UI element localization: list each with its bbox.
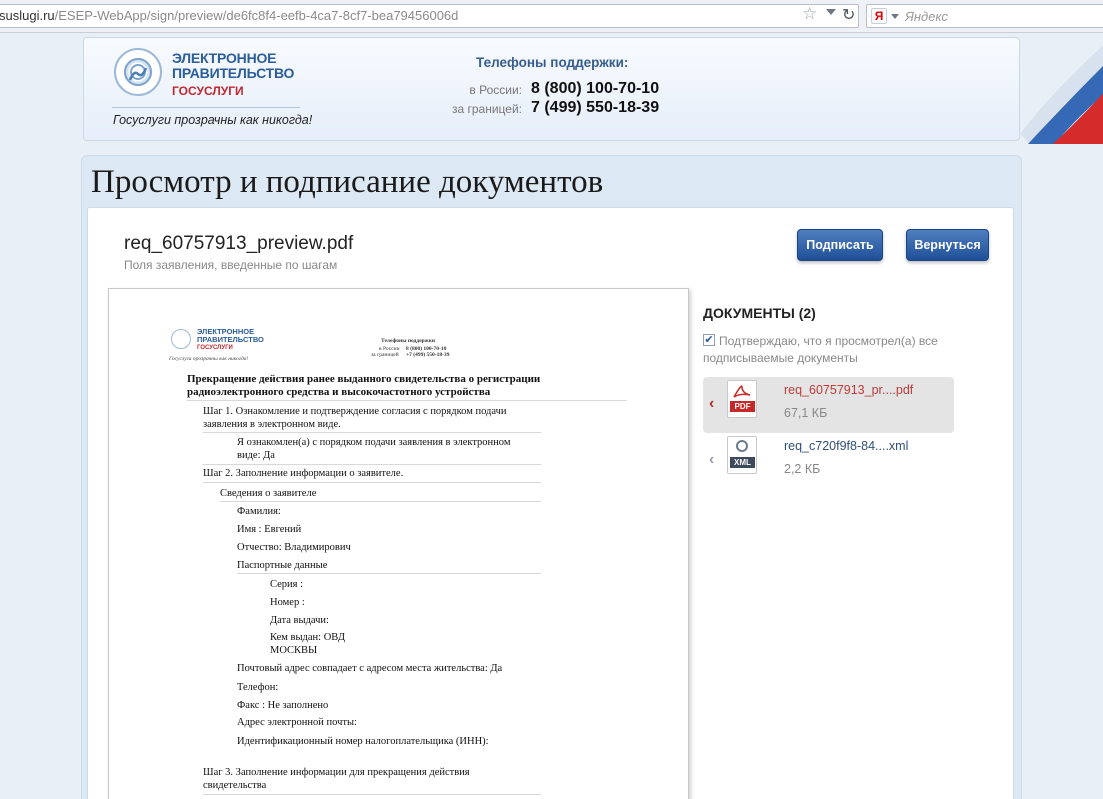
bookmark-star-icon[interactable]: ☆: [802, 4, 817, 24]
preview-postal-same: Почтовый адрес совпадает с адресом места…: [237, 663, 503, 674]
preview-logo-text: ЭЛЕКТРОННОЕ ПРАВИТЕЛЬСТВО: [197, 328, 264, 344]
page-title: Просмотр и подписание документов: [91, 164, 604, 200]
preview-number: Номер :: [270, 597, 305, 608]
preview-issued-by-2: МОСКВЫ: [270, 645, 318, 656]
logo-hand-icon: [124, 58, 152, 86]
preview-divider: [203, 482, 541, 483]
xml-tag: XML: [730, 457, 755, 468]
preview-ack-1: Я ознакомлен(а) с порядком подачи заявле…: [237, 437, 511, 448]
preview-heading-2: радиоэлектронного средства и высокочасто…: [187, 386, 491, 398]
preview-heading-1: Прекращение действия ранее выданного сви…: [187, 373, 541, 385]
preview-phones-title: Телефоны поддержки: [381, 338, 436, 344]
documents-title: ДОКУМЕНТЫ (2): [703, 305, 816, 321]
site-header: ЭЛЕКТРОННОЕ ПРАВИТЕЛЬСТВО ГОСУСЛУГИ Госу…: [83, 37, 1020, 141]
phones-title: Телефоны поддержки:: [476, 55, 629, 70]
history-dropdown-icon[interactable]: [826, 9, 836, 15]
acrobat-icon: [733, 385, 751, 398]
xml-file-icon: XML: [727, 436, 757, 474]
preview-phone-abroad: +7 (499) 550-18-39: [406, 352, 450, 358]
preview-surname: Фамилия:: [237, 506, 281, 517]
confirm-label[interactable]: Подтверждаю, что я просмотрел(а) все под…: [703, 333, 963, 367]
preview-inn: Идентификационный номер налогоплательщик…: [237, 736, 489, 747]
preview-issued-by-1: Кем выдан: ОВД: [270, 632, 346, 643]
search-engine-dropdown-icon[interactable]: [891, 14, 899, 19]
file-subtitle: Поля заявления, введенные по шагам: [124, 258, 338, 272]
chevron-left-icon: ‹: [709, 451, 715, 468]
document-name[interactable]: req_c720f9f8-84....xml: [784, 439, 908, 453]
preview-phone-abroad-label: за границей: [371, 352, 399, 358]
preview-series: Серия :: [270, 579, 304, 590]
preview-step1-2: заявления в электронном виде.: [203, 419, 341, 430]
document-size: 2,2 КБ: [784, 462, 821, 476]
preview-issue-date: Дата выдачи:: [270, 615, 329, 626]
address-bar[interactable]: suslugi.ru/ESEP-WebApp/sign/preview/de6f…: [0, 4, 859, 28]
preview-ack-2: виде: Да: [237, 450, 275, 461]
preview-logo-subtitle: ГОСУСЛУГИ: [197, 345, 233, 351]
preview-divider: [203, 464, 541, 465]
preview-phone: Телефон:: [237, 682, 279, 693]
yandex-icon[interactable]: Я: [871, 8, 887, 24]
preview-email: Адрес электронной почты:: [237, 717, 357, 728]
slogan: Госуслуги прозрачны как никогда!: [113, 113, 313, 127]
preview-step3-1: Шаг 3. Заполнение информации для прекращ…: [203, 767, 470, 778]
phone-russia-label: в России:: [469, 83, 522, 97]
preview-applicant-info: Сведения о заявителе: [220, 488, 317, 499]
url-host: suslugi.ru: [0, 8, 55, 23]
document-size: 67,1 КБ: [784, 406, 828, 420]
search-box[interactable]: Я Яндекс: [866, 4, 1103, 28]
flag-swoosh: [1020, 34, 1103, 144]
preview-slogan: Госуслуги прозрачны как никогда!: [169, 356, 249, 362]
preview-divider: [237, 573, 541, 574]
logo-line1: ЭЛЕКТРОННОЕ: [172, 50, 277, 66]
preview-step1-1: Шаг 1. Ознакомление и подтверждение согл…: [203, 406, 507, 417]
preview-logo-icon: [171, 329, 191, 349]
preview-divider: [220, 501, 541, 502]
logo-divider: [112, 107, 300, 108]
preview-step2: Шаг 2. Заполнение информации о заявителе…: [203, 468, 404, 479]
preview-passport: Паспортные данные: [237, 560, 328, 571]
document-item-pdf[interactable]: ‹ PDF req_60757913_pr....pdf 67,1 КБ: [703, 377, 954, 433]
logo-line2: ПРАВИТЕЛЬСТВО: [172, 65, 295, 81]
preview-logo-line2: ПРАВИТЕЛЬСТВО: [197, 335, 264, 344]
reload-icon[interactable]: ↻: [842, 5, 855, 25]
sign-button[interactable]: Подписать: [797, 229, 883, 261]
preview-fax: Факс : Не заполнено: [237, 700, 329, 711]
browser-toolbar: suslugi.ru/ESEP-WebApp/sign/preview/de6f…: [0, 0, 1103, 33]
search-placeholder: Яндекс: [905, 9, 948, 24]
preview-step3-2: свидетельства: [203, 780, 267, 791]
phone-abroad: 7 (499) 550-18-39: [531, 99, 660, 116]
url-path: /ESEP-WebApp/sign/preview/de6fc8f4-eefb-…: [54, 8, 459, 23]
chevron-left-icon: ‹: [709, 395, 715, 412]
xml-gear-icon: [736, 440, 748, 452]
file-title: req_60757913_preview.pdf: [124, 233, 354, 254]
document-item-xml[interactable]: ‹ XML req_c720f9f8-84....xml 2,2 КБ: [703, 433, 954, 489]
preview-divider: [203, 432, 541, 433]
logo-subtitle: ГОСУСЛУГИ: [172, 84, 244, 98]
phone-russia: 8 (800) 100-70-10: [531, 80, 660, 97]
back-button[interactable]: Вернуться: [906, 229, 989, 261]
logo-text: ЭЛЕКТРОННОЕ ПРАВИТЕЛЬСТВО: [172, 51, 294, 81]
phone-abroad-label: за границей:: [451, 102, 522, 116]
pdf-file-icon: PDF: [727, 380, 757, 418]
preview-divider: [203, 794, 541, 795]
document-name[interactable]: req_60757913_pr....pdf: [784, 383, 913, 397]
document-preview[interactable]: ЭЛЕКТРОННОЕ ПРАВИТЕЛЬСТВО ГОСУСЛУГИ Госу…: [108, 288, 689, 799]
preview-divider: [187, 400, 627, 401]
preview-patronymic: Отчество: Владимирович: [237, 542, 351, 553]
gosuslugi-logo-icon[interactable]: [114, 48, 162, 96]
pdf-tag: PDF: [730, 401, 755, 412]
preview-name: Имя : Евгений: [237, 524, 302, 535]
